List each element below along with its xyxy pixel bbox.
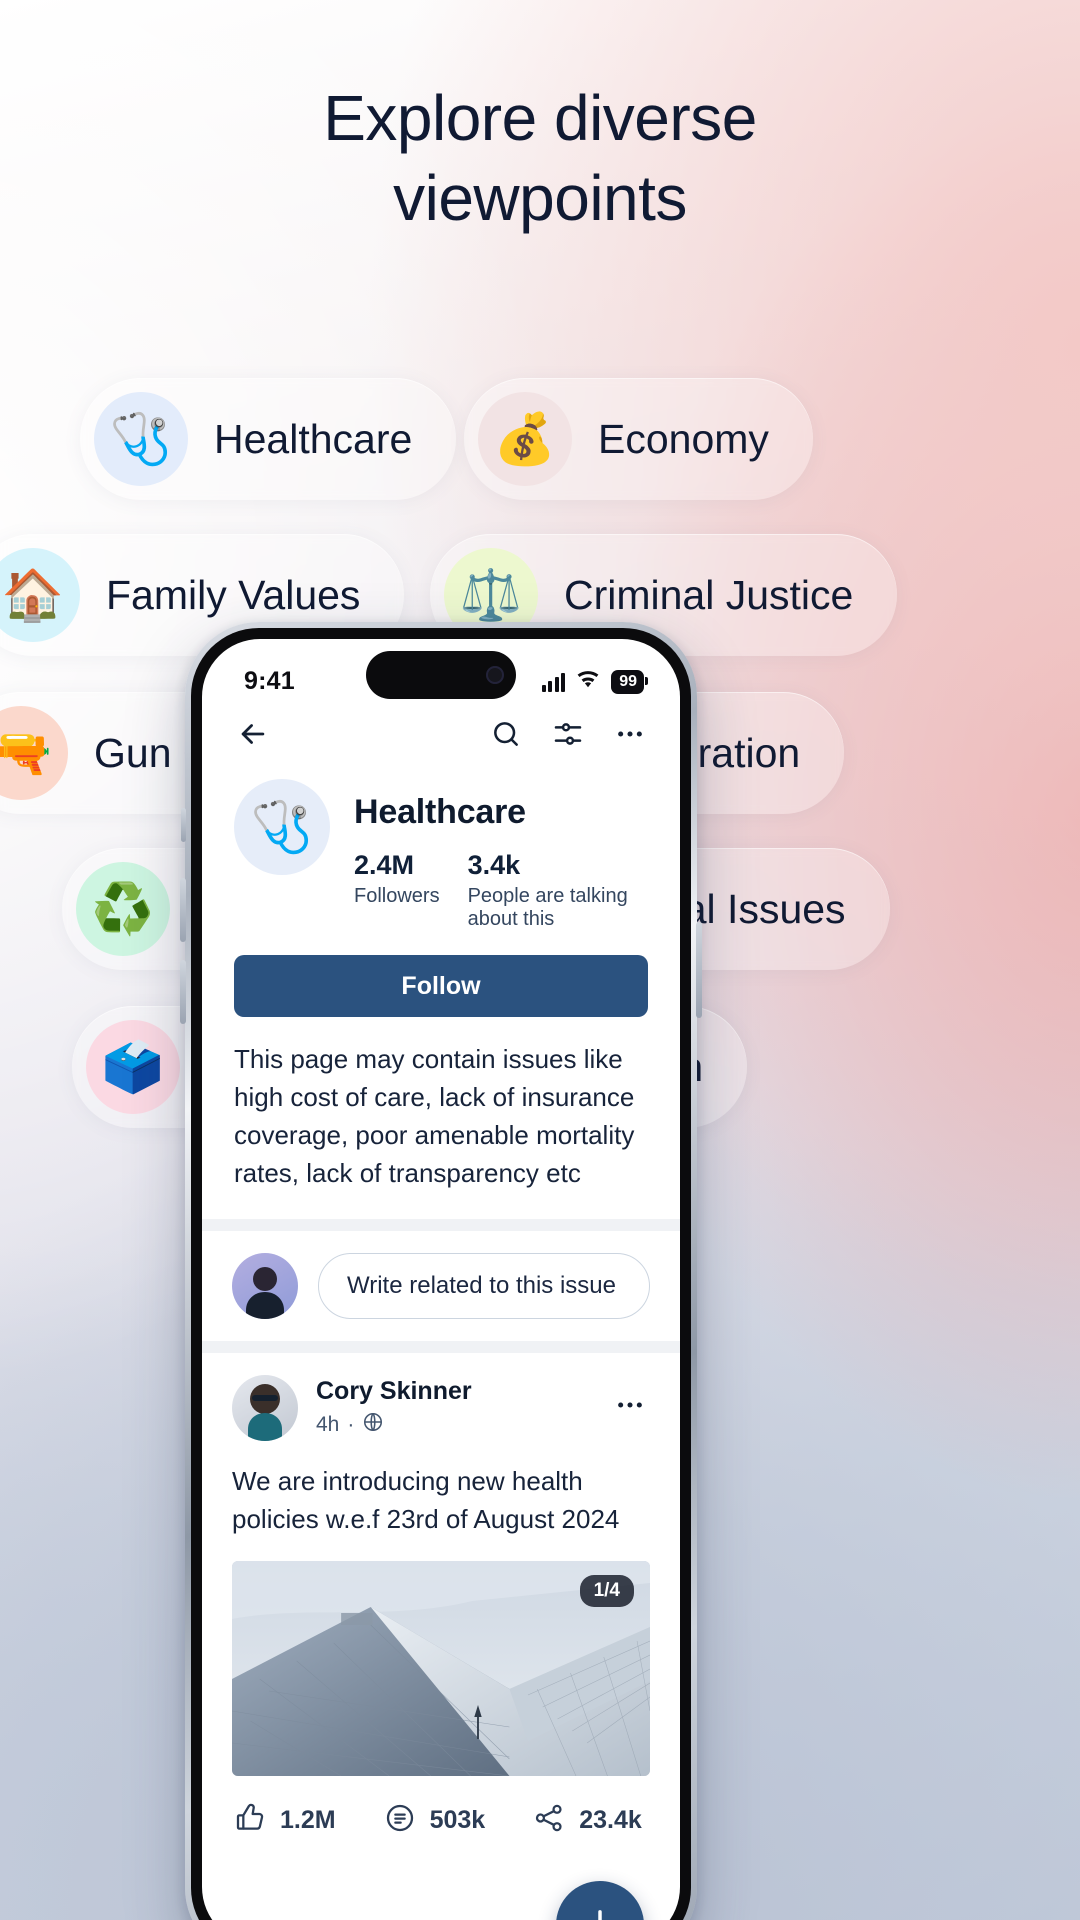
media-counter-badge: 1/4 [579, 1574, 634, 1607]
stat-value: 2.4M [354, 850, 415, 880]
globe-icon [362, 1411, 384, 1439]
phone-power-button [696, 922, 702, 1018]
phone-mute-switch [181, 808, 186, 842]
page-description: This page may contain issues like high c… [234, 1044, 635, 1188]
topic-chip-healthcare[interactable]: 🩺 Healthcare [80, 378, 457, 500]
post-body-text: We are introducing new health policies w… [232, 1465, 620, 1534]
topic-chip-label: Criminal Justice [564, 571, 854, 618]
app-header [202, 709, 680, 773]
battery-indicator: 99 [611, 670, 648, 694]
stat-label: People are talking about this [467, 885, 628, 930]
thumbs-up-icon [234, 1802, 266, 1839]
post-header: Cory Skinner 4h · [232, 1374, 650, 1441]
post-meta-separator: · [347, 1412, 355, 1436]
money-bag-icon: 💰 [478, 392, 572, 486]
share-action[interactable]: 23.4k [533, 1802, 642, 1839]
composer-input[interactable]: Write related to this issue [318, 1252, 650, 1319]
more-horizontal-icon[interactable] [614, 1389, 650, 1426]
search-icon[interactable] [490, 718, 522, 750]
plus-icon [581, 1904, 619, 1920]
like-count: 1.2M [280, 1805, 336, 1834]
headline-line-1: Explore diverse [323, 82, 757, 154]
status-indicators: 99 [541, 668, 648, 694]
stat-followers: 2.4M Followers [354, 850, 440, 931]
phone-bezel: 9:41 99 🩺 Healthcare 2.4M Followers 3.4k… [191, 628, 691, 1920]
stat-value: 3.4k [467, 850, 521, 880]
post-actions: 1.2M 503k 23.4k [232, 1776, 650, 1863]
more-horizontal-icon[interactable] [614, 718, 646, 750]
topic-chip-label: Family Values [106, 571, 361, 618]
stat-talking-about: 3.4k People are talking about this [468, 850, 648, 931]
comment-count: 503k [429, 1805, 486, 1834]
wifi-icon [576, 670, 600, 694]
headline-line-2: viewpoints [393, 162, 687, 234]
topic-chip-economy[interactable]: 💰 Economy [464, 378, 813, 500]
phone-volume-down-button [180, 960, 186, 1024]
follow-button[interactable]: Follow [234, 955, 648, 1017]
page-profile-header: 🩺 Healthcare 2.4M Followers 3.4k People … [202, 773, 680, 931]
section-divider [202, 1340, 680, 1353]
app-header-actions [490, 718, 646, 750]
composer-user-avatar[interactable] [232, 1252, 298, 1319]
post-author-block: Cory Skinner 4h · [316, 1377, 472, 1439]
house-icon: 🏠 [0, 548, 80, 642]
post-author-avatar[interactable] [232, 1374, 298, 1441]
post-timestamp: 4h [316, 1412, 340, 1436]
phone-volume-up-button [180, 878, 186, 942]
share-count: 23.4k [579, 1805, 642, 1834]
stethoscope-icon: 🩺 [94, 392, 188, 486]
ballot-box-icon: 🗳️ [86, 1020, 180, 1114]
front-camera-icon [486, 666, 504, 684]
page-name: Healthcare [354, 793, 526, 831]
create-post-fab[interactable] [556, 1881, 644, 1920]
page-profile-info: Healthcare 2.4M Followers 3.4k People ar… [354, 779, 648, 931]
share-icon [533, 1802, 565, 1839]
stat-label: Followers [354, 885, 440, 907]
post-image[interactable]: 1/4 [232, 1560, 650, 1776]
topic-chip-label: Economy [598, 415, 769, 462]
page-stats: 2.4M Followers 3.4k People are talking a… [354, 850, 648, 931]
cellular-bars-icon [541, 672, 566, 692]
post-meta: 4h · [316, 1411, 472, 1439]
page-title: Explore diverse viewpoints [0, 78, 1080, 238]
post-card: Cory Skinner 4h · We are introducing new… [202, 1353, 680, 1863]
phone-mockup: 9:41 99 🩺 Healthcare 2.4M Followers 3.4k… [180, 622, 702, 1920]
section-divider [202, 1218, 680, 1231]
phone-screen: 9:41 99 🩺 Healthcare 2.4M Followers 3.4k… [202, 639, 680, 1920]
filter-sliders-icon[interactable] [552, 718, 584, 750]
water-pistol-icon: 🔫 [0, 706, 68, 800]
like-action[interactable]: 1.2M [234, 1802, 336, 1839]
back-arrow-icon[interactable] [236, 717, 270, 751]
status-bar: 9:41 99 [202, 639, 680, 709]
page-avatar-stethoscope-icon: 🩺 [234, 779, 330, 875]
dynamic-island [366, 651, 516, 699]
status-time: 9:41 [244, 666, 295, 695]
post-author-name[interactable]: Cory Skinner [316, 1377, 472, 1406]
comment-icon [384, 1802, 416, 1839]
comment-action[interactable]: 503k [384, 1802, 486, 1839]
recycle-icon: ♻️ [76, 862, 170, 956]
composer-row: Write related to this issue [202, 1231, 680, 1341]
topic-chip-label: Healthcare [214, 415, 413, 462]
